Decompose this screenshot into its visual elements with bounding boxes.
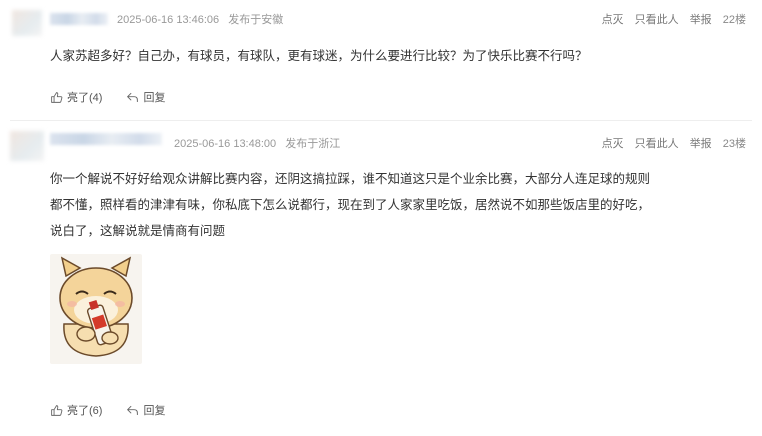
only-this-user-button[interactable]: 只看此人 xyxy=(635,138,679,150)
comment-meta: 2025-06-16 13:46:06 发布于安徽 xyxy=(117,11,283,27)
comment-body: 你一个解说不好好给观众讲解比赛内容，还阴这搞拉踩，谁不知道这只是个业余比赛，大部… xyxy=(50,166,650,244)
comment-location: 发布于浙江 xyxy=(285,138,341,150)
comment-line: 说白了，这解说就是情商有问题 xyxy=(50,224,226,238)
avatar[interactable] xyxy=(12,10,42,36)
dog-sticker-image[interactable] xyxy=(50,254,142,364)
light-off-button[interactable]: 点灭 xyxy=(602,138,624,150)
like-count-label: 亮了(4) xyxy=(67,92,103,104)
report-button[interactable]: 举报 xyxy=(690,138,712,150)
reply-button[interactable]: 回复 xyxy=(126,89,165,105)
avatar[interactable] xyxy=(10,131,44,161)
like-count-label: 亮了(6) xyxy=(67,405,103,417)
comment-line: 都不懂，照样看的津津有味，你私底下怎么说都行，现在到了人家家里吃饭，居然说不如那… xyxy=(50,198,651,212)
comment-floor-22: 2025-06-16 13:46:06 发布于安徽 点灭 只看此人 举报 22楼… xyxy=(0,0,762,120)
reply-label: 回复 xyxy=(143,405,166,417)
username-blurred[interactable] xyxy=(50,13,108,25)
comment-line: 人家苏超多好？自己办，有球员，有球队，更有球迷，为什么要进行比较？为了快乐比赛不… xyxy=(50,49,588,63)
reply-icon xyxy=(127,92,139,102)
floor-number: 23楼 xyxy=(722,138,746,150)
comment-date: 2025-06-16 13:48:00 xyxy=(174,138,277,150)
comment-footer: 亮了(4) 回复 xyxy=(50,89,189,105)
comment-body: 人家苏超多好？自己办，有球员，有球队，更有球迷，为什么要进行比较？为了快乐比赛不… xyxy=(50,43,650,69)
username-blurred[interactable] xyxy=(50,133,162,145)
dog-drinking-icon xyxy=(59,256,133,357)
like-button[interactable]: 亮了(4) xyxy=(50,89,102,105)
report-button[interactable]: 举报 xyxy=(690,14,712,26)
reply-icon xyxy=(127,405,139,415)
light-off-button[interactable]: 点灭 xyxy=(602,14,624,26)
comment-location: 发布于安徽 xyxy=(228,14,284,26)
comment-actions: 点灭 只看此人 举报 23楼 xyxy=(594,135,746,151)
thumbs-up-icon xyxy=(51,91,63,103)
comment-footer: 亮了(6) 回复 xyxy=(50,402,189,418)
thumbs-up-icon xyxy=(51,404,63,416)
floor-number: 22楼 xyxy=(722,14,746,26)
comment-meta: 2025-06-16 13:48:00 发布于浙江 xyxy=(174,135,340,151)
reply-button[interactable]: 回复 xyxy=(126,402,165,418)
comment-actions: 点灭 只看此人 举报 22楼 xyxy=(594,11,746,27)
comment-line: 你一个解说不好好给观众讲解比赛内容，还阴这搞拉踩，谁不知道这只是个业余比赛，大部… xyxy=(50,172,651,186)
like-button[interactable]: 亮了(6) xyxy=(50,402,102,418)
only-this-user-button[interactable]: 只看此人 xyxy=(635,14,679,26)
reply-label: 回复 xyxy=(143,92,166,104)
comment-date: 2025-06-16 13:46:06 xyxy=(117,14,220,26)
